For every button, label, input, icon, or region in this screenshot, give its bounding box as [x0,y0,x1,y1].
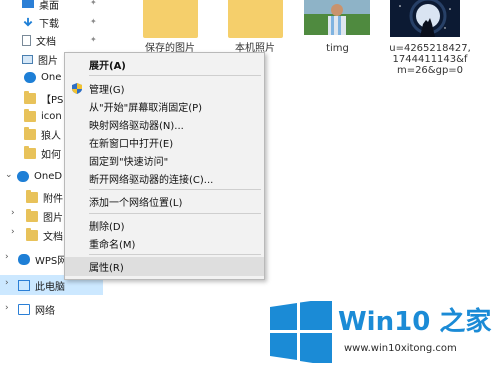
chevron-right-icon[interactable]: › [11,208,15,218]
menu-item-manage[interactable]: 管理(G) [65,79,264,98]
nav-item-label: 图片 [38,55,58,67]
watermark-title: Win10 之家 [338,307,492,337]
nav-item-downloads[interactable]: 下载 [22,12,125,32]
nav-item-label: 下载 [39,18,59,30]
folder-icon [24,145,36,159]
download-arrow-icon [23,17,33,27]
nav-item-label: 网络 [35,305,55,317]
menu-separator [89,189,261,190]
nav-item-network[interactable]: 网络 [18,299,121,319]
computer-icon [18,279,30,291]
menu-item-label: 展开(A) [89,61,126,72]
menu-item-map-network-drive[interactable]: 映射网络驱动器(N)... [65,115,264,134]
menu-item-label: 重命名(M) [89,240,136,251]
nav-item-label: 如何 [41,149,61,161]
folder-icon [24,108,36,122]
menu-item-unpin-start[interactable]: 从"开始"屏幕取消固定(P) [65,97,264,116]
menu-separator [89,213,261,214]
chevron-right-icon[interactable]: › [5,303,9,313]
folder-icon [24,90,36,104]
nav-item-label: One [41,71,62,83]
menu-item-label: 在新窗口中打开(E) [89,139,174,150]
nav-item-label: 文档 [36,36,56,48]
wps-cloud-icon [18,253,30,265]
onedrive-cloud-icon [17,170,29,182]
folder-icon [26,208,38,222]
menu-item-label: 从"开始"屏幕取消固定(P) [89,103,203,114]
onedrive-cloud-icon [24,71,36,83]
image-thumbnail-wolf-moon[interactable] [390,0,460,37]
folder-thumbnail[interactable] [143,0,198,38]
nav-item-label: 文档 [43,231,63,243]
menu-item-properties[interactable]: 属性(R) [65,257,264,276]
pictures-icon [22,54,33,64]
chevron-down-icon[interactable]: ⌄ [5,170,13,180]
nav-item-label: 此电脑 [35,281,65,293]
nav-item-label: WPS网 [35,255,68,267]
file-label[interactable]: u=4265218427, 1744411143&f m=26&gp=0 [380,43,480,76]
watermark-url: www.win10xitong.com [344,343,457,354]
desktop-icon [22,0,34,8]
menu-item-delete[interactable]: 删除(D) [65,216,264,235]
context-menu: 展开(A) 管理(G) 从"开始"屏幕取消固定(P) 映射网络驱动器(N)...… [64,52,265,280]
menu-item-label: 删除(D) [89,222,125,233]
menu-item-label: 属性(R) [89,263,124,274]
chevron-right-icon[interactable]: › [11,227,15,237]
menu-item-label: 映射网络驱动器(N)... [89,121,184,132]
menu-item-label: 断开网络驱动器的连接(C)... [89,175,214,186]
menu-item-label: 固定到"快速访问" [89,157,169,168]
watermark-logo: Win10 之家 www.win10xitong.com [262,295,500,375]
menu-separator [89,254,261,255]
pin-icon: ✦ [90,0,97,7]
chevron-right-icon[interactable]: › [5,252,9,262]
image-thumbnail-soccer-player[interactable] [304,0,370,35]
documents-icon [22,34,31,46]
file-label[interactable]: timg [290,43,385,54]
nav-item-label: 图片 [43,212,63,224]
folder-icon [26,227,38,241]
nav-item-label: 狼人 [41,130,61,142]
menu-item-rename[interactable]: 重命名(M) [65,234,264,253]
pin-icon: ✦ [90,35,97,44]
chevron-right-icon[interactable]: › [5,278,9,288]
admin-shield-icon [72,83,82,94]
menu-item-disconnect-network-drive[interactable]: 断开网络驱动器的连接(C)... [65,169,264,188]
nav-item-label: 附件 [43,193,63,205]
nav-item-label: OneD [34,170,63,182]
menu-item-add-network-location[interactable]: 添加一个网络位置(L) [65,192,264,211]
menu-separator [89,75,261,76]
nav-item-documents[interactable]: 文档 [22,30,125,50]
menu-item-label: 添加一个网络位置(L) [89,198,183,209]
menu-item-open-new-window[interactable]: 在新窗口中打开(E) [65,133,264,152]
windows-logo-icon [270,301,332,363]
nav-item-label: icon [41,110,62,122]
network-icon [18,303,30,315]
nav-item-label: 桌面 [39,0,59,12]
folder-thumbnail[interactable] [228,0,283,38]
folder-icon [26,189,38,203]
nav-item-label: 【PS [41,94,64,106]
folder-icon [24,126,36,140]
menu-item-pin-quick-access[interactable]: 固定到"快速访问" [65,151,264,170]
pin-icon: ✦ [90,17,97,26]
menu-item-label: 管理(G) [89,85,125,96]
menu-item-expand[interactable]: 展开(A) [65,55,264,74]
